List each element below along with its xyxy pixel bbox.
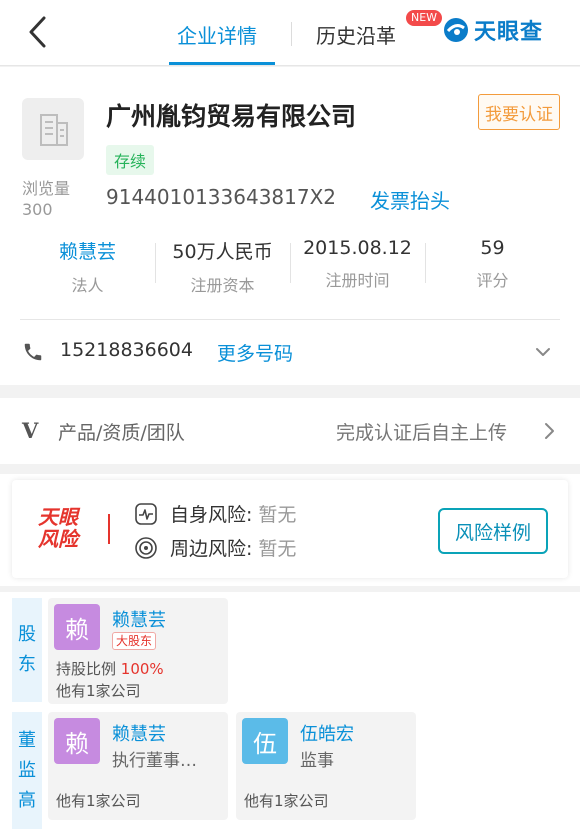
company-name: 广州胤钧贸易有限公司	[106, 102, 357, 131]
side-char: 高	[18, 789, 36, 811]
back-chevron-icon[interactable]	[24, 14, 54, 50]
stat-label: 注册时间	[325, 271, 390, 290]
stat-value: 赖慧芸	[58, 241, 116, 263]
risk-sample-button[interactable]: 风险样例	[438, 508, 548, 554]
avatar: 赖	[54, 718, 100, 764]
verify-button[interactable]: 我要认证	[478, 94, 560, 130]
active-tab-indicator	[169, 62, 275, 65]
stat-registered-date: 2015.08.12 注册时间	[290, 235, 425, 301]
company-building-icon	[22, 98, 84, 160]
company-count: 他有1家公司	[244, 792, 329, 810]
chevron-down-icon[interactable]	[534, 343, 552, 361]
stat-label: 注册资本	[190, 276, 255, 295]
executive-name[interactable]: 赖慧芸	[112, 720, 166, 746]
credit-code: 9144010133643817X2	[106, 185, 337, 209]
stat-label: 法人	[71, 276, 104, 295]
more-phones-link[interactable]: 更多号码	[217, 339, 293, 366]
new-badge: NEW	[406, 10, 443, 26]
avatar: 赖	[54, 604, 100, 650]
stat-label: 评分	[476, 271, 509, 290]
share-ratio: 持股比例 100%	[56, 658, 164, 679]
risk-divider	[108, 514, 110, 544]
executives-side-label: 董 监 高	[12, 712, 42, 829]
executive-card[interactable]: 赖 赖慧芸 执行董事… 他有1家公司	[48, 712, 228, 820]
executive-role: 执行董事…	[112, 751, 197, 771]
stat-score: 59 评分	[425, 235, 560, 301]
self-risk-label: 自身风险:	[170, 504, 253, 526]
radar-icon	[135, 536, 157, 559]
company-stats: 赖慧芸 法人 50万人民币 注册资本 2015.08.12 注册时间 59 评分	[20, 235, 560, 301]
views-label: 浏览量	[22, 179, 71, 198]
product-qualification-row[interactable]: V 产品/资质/团队 完成认证后自主上传	[0, 398, 580, 464]
chevron-right-icon	[545, 423, 554, 439]
nearby-risk-row[interactable]: 周边风险: 暂无	[134, 534, 296, 561]
status-badge: 存续	[106, 145, 155, 175]
side-char: 监	[18, 759, 36, 781]
stat-value: 59	[480, 237, 505, 259]
side-char: 股	[18, 624, 36, 645]
company-count: 他有1家公司	[56, 792, 141, 810]
tianyancha-logo: 天眼查	[442, 14, 543, 46]
risk-section: 天眼 风险 自身风险: 暂无 周边风险: 暂无 风险样例	[0, 474, 580, 586]
self-risk-row[interactable]: 自身风险: 暂无	[134, 500, 296, 527]
views-count: 300	[22, 200, 53, 219]
top-nav: 企业详情 历史沿革 NEW 天眼查	[0, 0, 580, 66]
share-ratio-value: 100%	[120, 660, 164, 678]
company-card: 浏览量 300 广州胤钧贸易有限公司 存续 9144010133643817X2…	[0, 67, 580, 385]
company-count: 他有1家公司	[56, 682, 141, 700]
stat-value: 50万人民币	[172, 241, 273, 263]
phone-number[interactable]: 15218836604	[60, 339, 193, 361]
invoice-title-link[interactable]: 发票抬头	[370, 185, 450, 214]
avatar: 伍	[242, 718, 288, 764]
executive-card[interactable]: 伍 伍皓宏 监事 他有1家公司	[236, 712, 416, 820]
nearby-risk-value: 暂无	[258, 538, 297, 560]
divider	[20, 319, 560, 320]
tab-divider	[291, 22, 292, 46]
stat-value: 2015.08.12	[303, 237, 412, 259]
major-shareholder-tag: 大股东	[112, 632, 157, 650]
share-ratio-label: 持股比例	[56, 660, 117, 678]
executive-name[interactable]: 伍皓宏	[300, 720, 354, 746]
shareholders-side-label: 股 东	[12, 598, 42, 702]
logo-eye-icon	[444, 18, 468, 42]
tab-history[interactable]: 历史沿革	[316, 20, 396, 49]
product-label: 产品/资质/团队	[58, 422, 185, 444]
side-char: 董	[18, 729, 36, 751]
side-char: 东	[18, 654, 36, 675]
executives-section: 董 监 高 赖 赖慧芸 执行董事… 他有1家公司 伍 伍皓宏 监事 他有1家公司	[0, 706, 580, 833]
risk-logo-line1: 天眼	[38, 505, 78, 529]
stat-legal-rep[interactable]: 赖慧芸 法人	[20, 235, 155, 301]
shareholders-section: 股 东 赖 赖慧芸 大股东 持股比例 100% 他有1家公司	[0, 592, 580, 706]
risk-logo-line2: 风险	[38, 527, 78, 551]
risk-card: 天眼 风险 自身风险: 暂无 周边风险: 暂无 风险样例	[12, 480, 568, 578]
tianyan-risk-logo: 天眼 风险	[38, 506, 90, 552]
shareholder-name[interactable]: 赖慧芸	[112, 606, 166, 632]
verified-v-icon: V	[22, 418, 39, 443]
tab-company-details[interactable]: 企业详情	[177, 20, 257, 49]
nearby-risk-label: 周边风险:	[170, 538, 253, 560]
executive-role: 监事	[300, 751, 334, 771]
product-hint: 完成认证后自主上传	[336, 422, 508, 444]
heartbeat-icon	[135, 502, 157, 525]
phone-icon	[24, 343, 42, 361]
self-risk-value: 暂无	[258, 504, 297, 526]
logo-text: 天眼查	[474, 20, 544, 45]
shareholder-card[interactable]: 赖 赖慧芸 大股东 持股比例 100% 他有1家公司	[48, 598, 228, 704]
stat-registered-capital: 50万人民币 注册资本	[155, 235, 290, 301]
